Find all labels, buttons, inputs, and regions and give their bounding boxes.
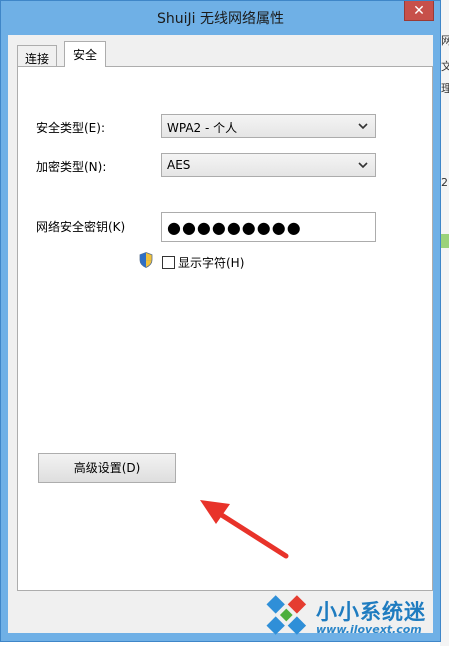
annotation-arrow-icon (200, 500, 289, 559)
security-type-label: 安全类型(E): (36, 121, 105, 135)
chevron-down-icon (358, 162, 368, 169)
window-title: ShuiJi 无线网络属性 (157, 11, 284, 27)
tab-connection[interactable]: 连接 (17, 45, 58, 66)
close-button[interactable]: ✕ (404, 1, 434, 21)
watermark-logo-icon (266, 595, 307, 635)
advanced-settings-button[interactable]: 高级设置(D) (38, 453, 176, 483)
security-type-value: WPA2 - 个人 (167, 121, 238, 135)
uac-shield-icon (139, 252, 153, 268)
background-text: 网 (441, 34, 449, 47)
background-highlight (440, 234, 449, 248)
encryption-type-label: 加密类型(N): (36, 160, 107, 174)
background-window-edge (440, 0, 449, 646)
security-key-input[interactable]: ●●●●●●●●● (161, 212, 376, 242)
encryption-type-select[interactable]: AES (161, 153, 376, 177)
background-text: 2 (441, 176, 448, 189)
background-text: 文 (441, 60, 449, 73)
background-text: 理 (441, 82, 449, 95)
watermark-url: www.ilovext.com (316, 623, 422, 636)
site-watermark: 小小系统迷 www.ilovext.com (256, 588, 449, 646)
show-characters-label[interactable]: 显示字符(H) (178, 254, 244, 271)
security-type-select[interactable]: WPA2 - 个人 (161, 114, 376, 138)
show-characters-checkbox[interactable] (162, 256, 175, 269)
security-key-label: 网络安全密钥(K) (36, 220, 126, 234)
watermark-name: 小小系统迷 (316, 600, 426, 624)
tab-security[interactable]: 安全 (64, 41, 107, 67)
encryption-type-value: AES (167, 158, 191, 172)
title-bar[interactable]: ShuiJi 无线网络属性 ✕ (1, 1, 440, 35)
chevron-down-icon (358, 123, 368, 130)
